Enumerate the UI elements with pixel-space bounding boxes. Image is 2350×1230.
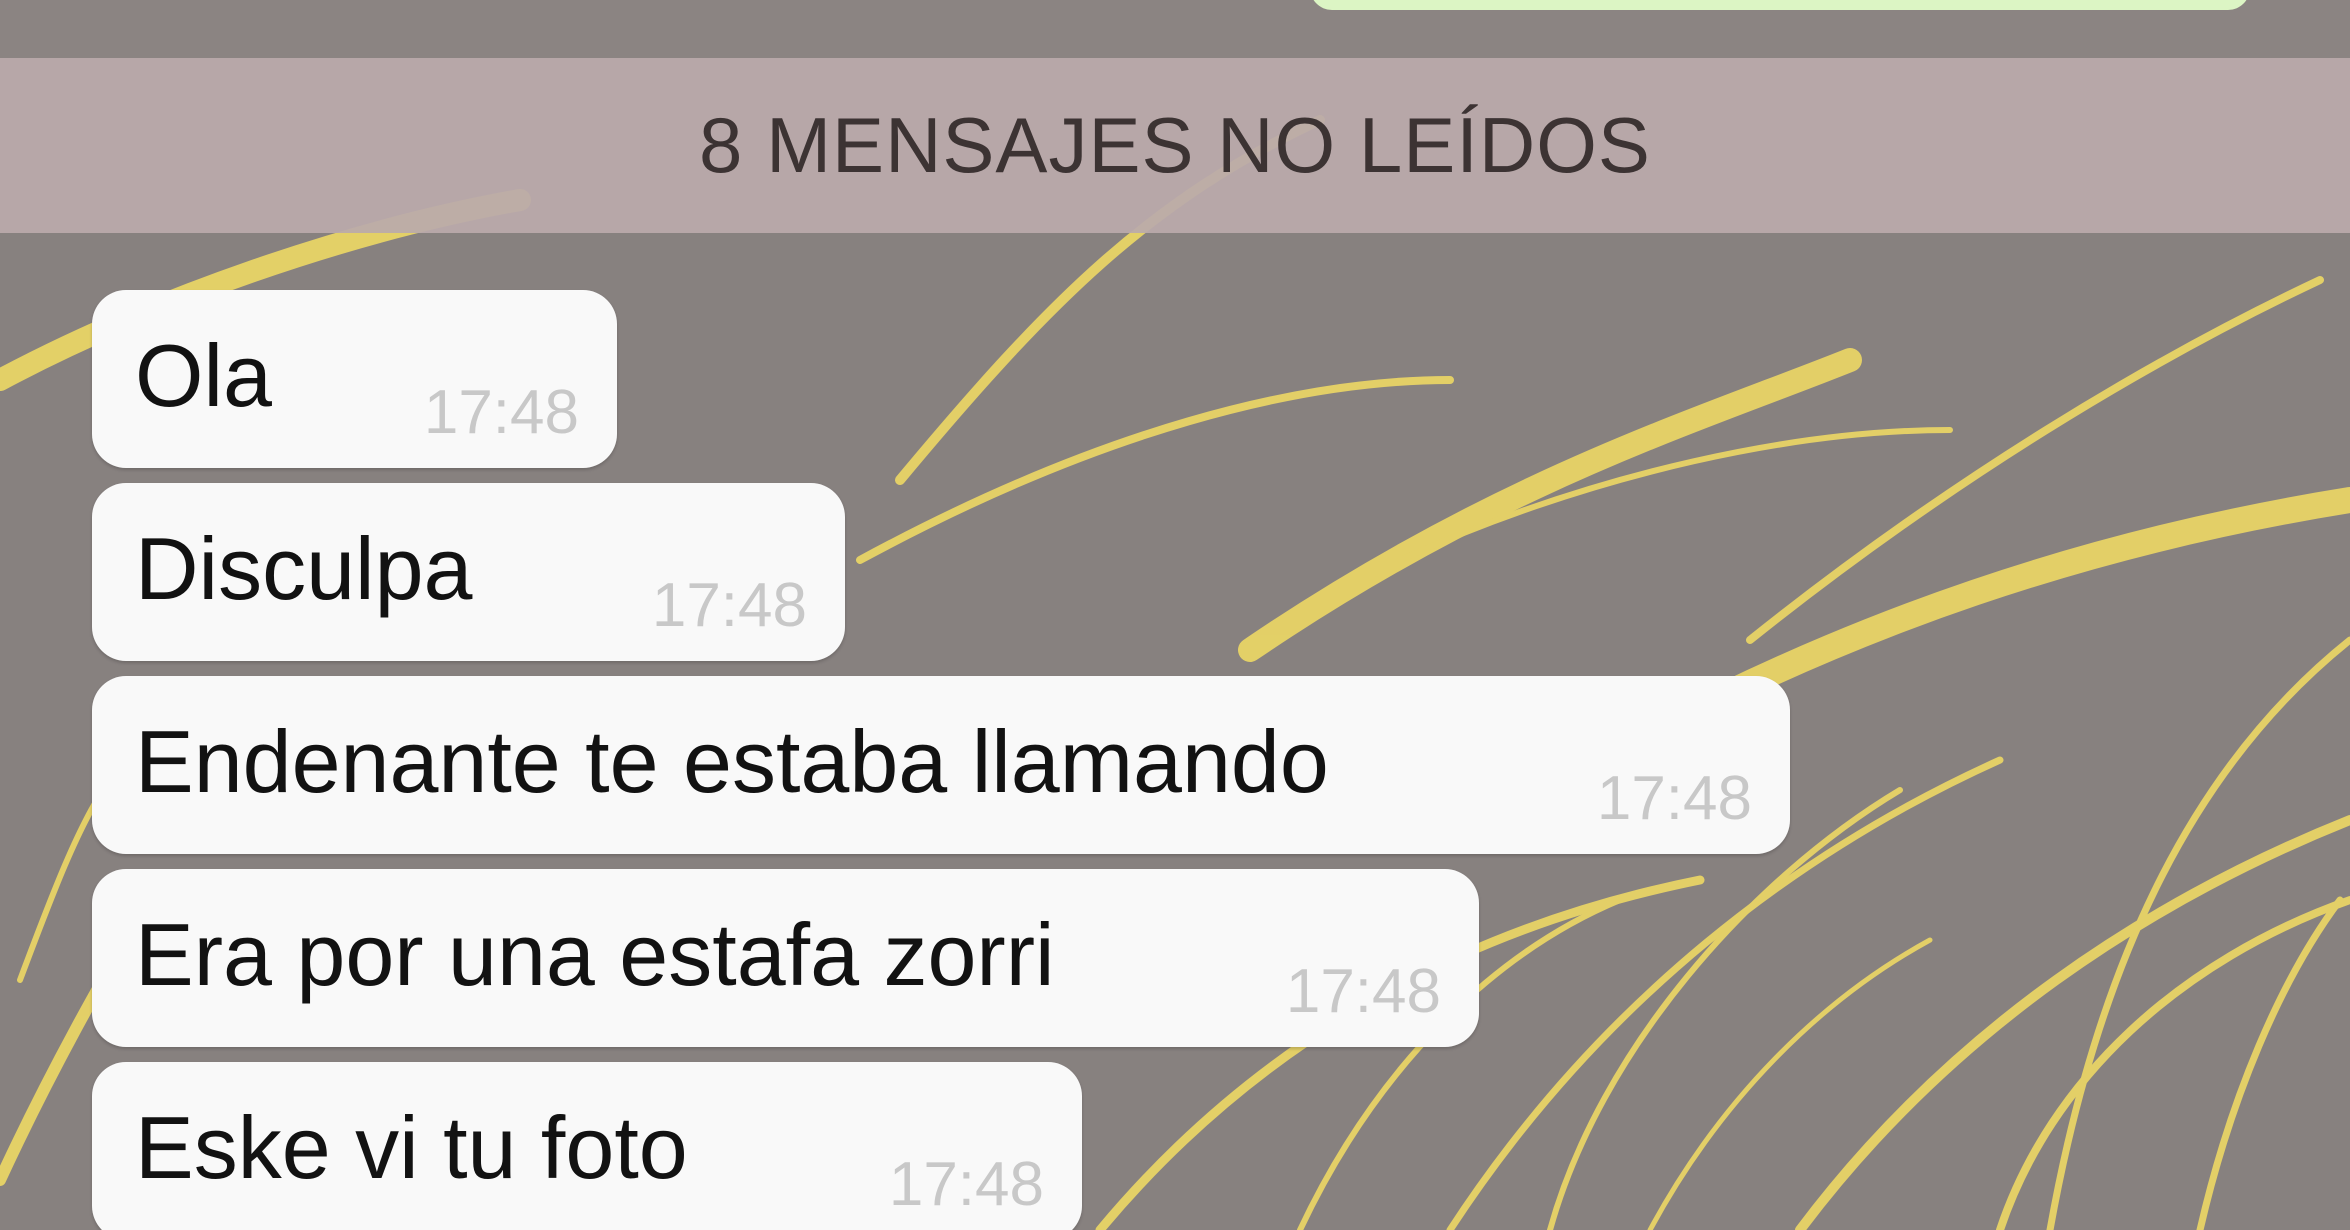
message-text: Ola [135,326,272,425]
message-timestamp: 17:48 [651,571,807,640]
message-timestamp: 17:48 [1285,957,1441,1026]
incoming-message-bubble[interactable]: Eske vi tu foto 17:48 [92,1062,1082,1230]
unread-messages-banner: 8 MENSAJES NO LEÍDOS [0,58,2350,233]
incoming-message-bubble[interactable]: Era por una estafa zorri 17:48 [92,869,1479,1047]
outgoing-message-bubble-edge [1310,0,2250,10]
incoming-message-bubble[interactable]: Endenante te estaba llamando 17:48 [92,676,1790,854]
incoming-message-bubble[interactable]: Disculpa 17:48 [92,483,845,661]
message-text: Disculpa [135,519,473,618]
message-timestamp: 17:48 [1596,764,1752,833]
incoming-message-bubble[interactable]: Ola 17:48 [92,290,617,468]
message-timestamp: 17:48 [888,1150,1044,1219]
message-timestamp: 17:48 [423,378,579,447]
unread-messages-label: 8 MENSAJES NO LEÍDOS [699,101,1651,189]
message-text: Endenante te estaba llamando [135,712,1329,811]
chat-screen: 8 MENSAJES NO LEÍDOS Ola 17:48 Disculpa … [0,0,2350,1230]
message-text: Eske vi tu foto [135,1098,688,1197]
message-text: Era por una estafa zorri [135,905,1055,1004]
